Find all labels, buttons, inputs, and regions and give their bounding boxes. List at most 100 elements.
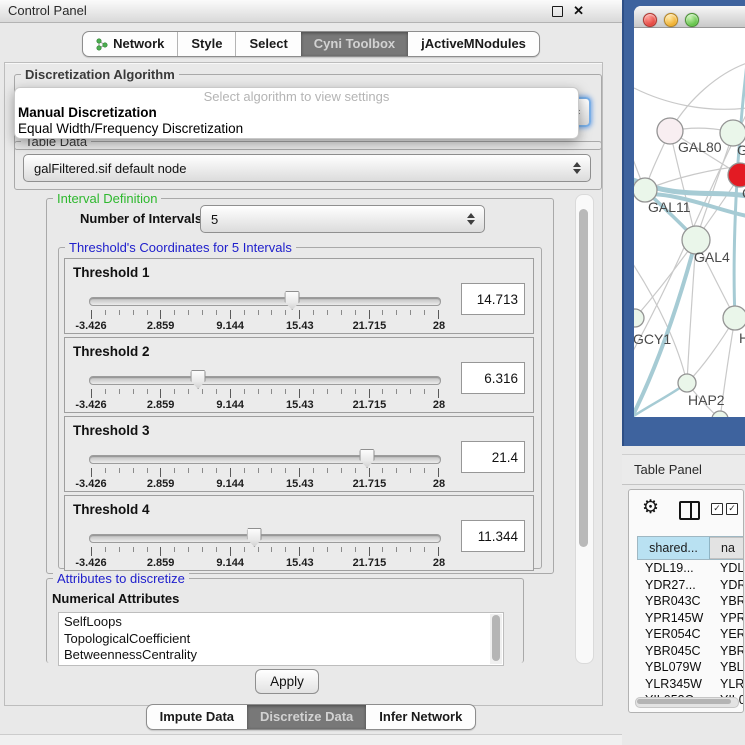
tab-discretize-data[interactable]: Discretize Data xyxy=(247,705,366,729)
table-cell[interactable]: YDR27... xyxy=(637,578,709,592)
table-cell[interactable]: YER054C xyxy=(637,627,709,641)
slider-track[interactable] xyxy=(89,455,441,464)
table-cell[interactable]: YDL19... xyxy=(637,561,709,575)
scrollbar-thumb[interactable] xyxy=(492,615,500,661)
network-node-gcy1[interactable] xyxy=(634,309,644,327)
tab-style[interactable]: Style xyxy=(177,32,235,56)
table-cell[interactable]: YDL1 xyxy=(709,561,743,575)
apply-button[interactable]: Apply xyxy=(255,669,319,694)
tick-label: -3.426 xyxy=(75,399,106,411)
tab-jactivemnodules[interactable]: jActiveMNodules xyxy=(408,32,539,56)
tick-label: 2.859 xyxy=(147,557,175,569)
attribute-item-selfloops[interactable]: SelfLoops xyxy=(59,613,503,630)
table-cell[interactable]: YLR3 xyxy=(709,677,743,691)
slider-thumb[interactable] xyxy=(191,370,206,389)
threshold-value-input[interactable] xyxy=(461,283,525,315)
tab-impute-data[interactable]: Impute Data xyxy=(147,705,247,729)
network-canvas[interactable]: GAL80GAGAL11CGAL4GCY1HHAP2 xyxy=(634,28,745,417)
slider-thumb[interactable] xyxy=(285,291,300,310)
threshold-value-input[interactable] xyxy=(461,362,525,394)
network-window-titlebar[interactable] xyxy=(634,6,745,28)
table-cell[interactable]: YER0 xyxy=(709,627,743,641)
tick-label: 15.43 xyxy=(286,478,314,490)
table-cell[interactable]: YPR1 xyxy=(709,611,743,625)
table-cell[interactable]: YLR345W xyxy=(637,677,709,691)
threshold-value-input[interactable] xyxy=(461,441,525,473)
number-of-intervals-combobox[interactable]: 5 xyxy=(200,205,485,233)
table-data-combobox[interactable]: galFiltered.sif default node xyxy=(23,154,591,182)
zoom-traffic-light-icon[interactable] xyxy=(685,13,699,27)
table-panel: ⚙ ✓ ✓ shared... na YDL19...YDL1YDR27...Y… xyxy=(628,489,744,713)
settings-vertical-scrollbar[interactable] xyxy=(575,194,594,664)
scrollbar-thumb[interactable] xyxy=(579,209,588,547)
tick-label: -3.426 xyxy=(75,478,106,490)
table-cell[interactable]: YBR043C xyxy=(637,594,709,608)
table-cell[interactable]: YBL0 xyxy=(709,660,743,674)
table-cell[interactable]: YBR0 xyxy=(709,644,743,658)
table-panel-title: Table Panel xyxy=(634,455,702,484)
close-traffic-light-icon[interactable] xyxy=(643,13,657,27)
tick-label: 21.715 xyxy=(353,478,387,490)
select-functions-icon[interactable]: ✓ ✓ xyxy=(711,503,738,515)
network-node-hap2[interactable] xyxy=(678,374,696,392)
slider-thumb[interactable] xyxy=(247,528,262,547)
tab-infer-network[interactable]: Infer Network xyxy=(366,705,475,729)
tab-cyni-toolbox[interactable]: Cyni Toolbox xyxy=(301,32,408,56)
slider-track[interactable] xyxy=(89,297,441,306)
threshold-slider[interactable]: -3.4262.8599.14415.4321.71528 xyxy=(89,372,441,412)
network-node[interactable] xyxy=(712,411,728,417)
table-header-row: shared... na xyxy=(637,536,743,560)
scrollbar-thumb[interactable] xyxy=(637,699,731,704)
slider-thumb[interactable] xyxy=(360,449,375,468)
tick-label: 28 xyxy=(433,557,445,569)
network-graph[interactable]: GAL80GAGAL11CGAL4GCY1HHAP2 xyxy=(634,28,745,417)
tab-label: Select xyxy=(249,32,287,56)
table-cell[interactable]: YDR2 xyxy=(709,578,743,592)
table-cell[interactable]: YPR145W xyxy=(637,611,709,625)
threshold-value-input[interactable] xyxy=(461,520,525,552)
top-tab-bar: Network Style Select Cyni ToolboxjActiveMNo… xyxy=(82,31,540,57)
algorithm-group-title: Discretization Algorithm xyxy=(21,67,179,82)
tab-select[interactable]: Select xyxy=(235,32,300,56)
node-label-gal80: GAL80 xyxy=(678,139,722,155)
minimize-traffic-light-icon[interactable] xyxy=(664,13,678,27)
table-row: YBR045CYBR0 xyxy=(637,643,743,660)
table-horizontal-scrollbar[interactable] xyxy=(635,697,739,708)
tick-label: 21.715 xyxy=(353,320,387,332)
threshold-slider[interactable]: -3.4262.8599.14415.4321.71528 xyxy=(89,293,441,333)
float-window-icon[interactable] xyxy=(552,6,563,17)
popup-item-equal-width-frequency-discretization[interactable]: Equal Width/Frequency Discretization xyxy=(15,121,578,137)
tab-label: Style xyxy=(191,32,222,56)
tab-network[interactable]: Network xyxy=(83,32,177,56)
checkbox-icon: ✓ xyxy=(711,503,723,515)
list-vertical-scrollbar[interactable] xyxy=(490,614,502,664)
attribute-item-topologicalcoefficient[interactable]: TopologicalCoefficient xyxy=(59,630,503,647)
settings-gear-icon[interactable]: ⚙ xyxy=(642,498,659,518)
table-panel-toolbar: ⚙ ✓ ✓ xyxy=(629,490,743,530)
tick-label: 9.144 xyxy=(216,320,244,332)
bottom-strip xyxy=(0,734,622,745)
table-cell[interactable]: YBR0 xyxy=(709,594,743,608)
slider-ticks xyxy=(91,547,439,556)
numerical-attributes-label: Numerical Attributes xyxy=(52,591,179,606)
close-icon[interactable]: ✕ xyxy=(573,5,584,17)
slider-track[interactable] xyxy=(89,534,441,543)
tick-label: 2.859 xyxy=(147,478,175,490)
threshold-slider[interactable]: -3.4262.8599.14415.4321.71528 xyxy=(89,451,441,491)
tick-label: 9.144 xyxy=(216,399,244,411)
table-cell[interactable]: YBR045C xyxy=(637,644,709,658)
column-visibility-icon[interactable] xyxy=(679,501,700,520)
tab-label: Impute Data xyxy=(160,705,234,729)
tick-label: 21.715 xyxy=(353,399,387,411)
slider-track[interactable] xyxy=(89,376,441,385)
threshold-slider[interactable]: -3.4262.8599.14415.4321.71528 xyxy=(89,530,441,570)
column-header-name[interactable]: na xyxy=(710,537,743,559)
tick-label: 28 xyxy=(433,399,445,411)
attribute-item-betweennesscentrality[interactable]: BetweennessCentrality xyxy=(59,646,503,663)
algorithm-popup: Select algorithm to view settings Manual… xyxy=(14,87,579,139)
popup-item-manual-discretization[interactable]: Manual Discretization xyxy=(15,105,578,121)
network-node[interactable] xyxy=(728,163,745,187)
column-header-shared-name[interactable]: shared... xyxy=(638,537,710,559)
network-node[interactable] xyxy=(723,306,745,330)
table-cell[interactable]: YBL079W xyxy=(637,660,709,674)
